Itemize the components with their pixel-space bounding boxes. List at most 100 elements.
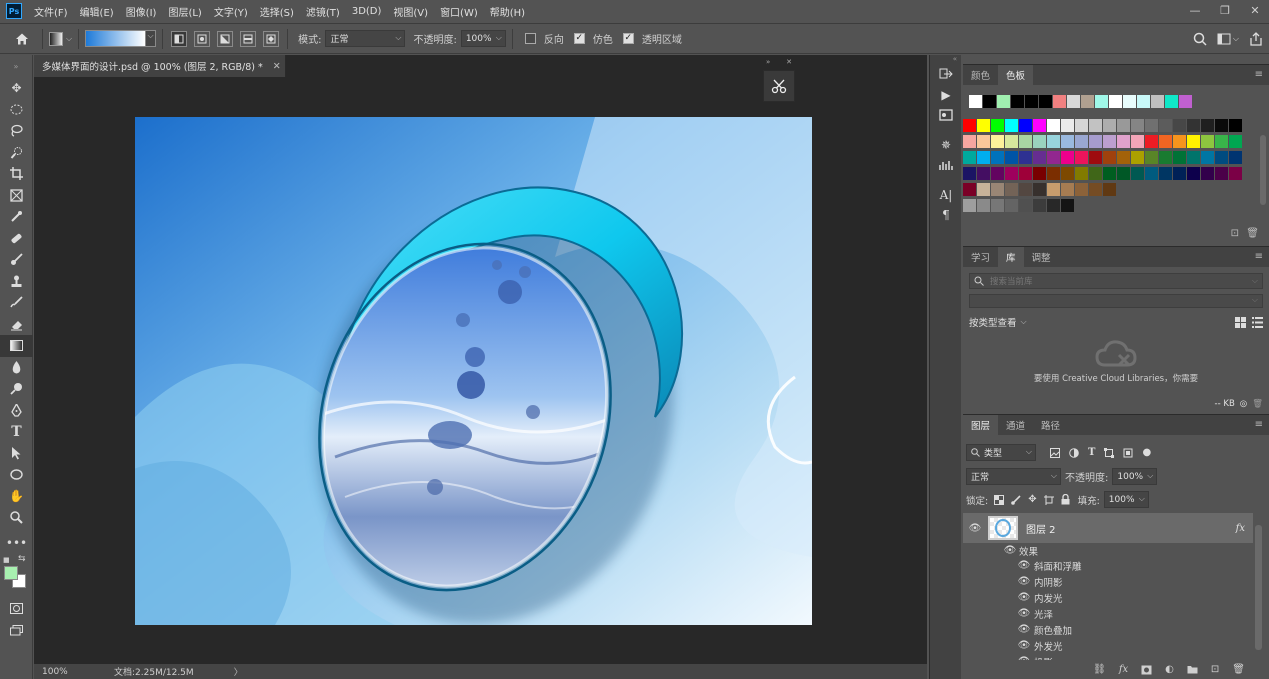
grey-swatch[interactable]: [1005, 199, 1018, 212]
color-swatch[interactable]: [1145, 151, 1158, 164]
effect-row[interactable]: 👁 外发光: [963, 638, 1253, 653]
close-icon[interactable]: ✕: [273, 61, 281, 72]
color-swatch[interactable]: [1187, 151, 1200, 164]
healing-brush-tool-icon[interactable]: [0, 228, 33, 250]
list-view-icon[interactable]: [1252, 316, 1263, 328]
recent-swatch[interactable]: [997, 95, 1010, 108]
color-swatch[interactable]: [963, 135, 976, 148]
color-swatch[interactable]: [1229, 167, 1242, 180]
visibility-eye-icon[interactable]: 👁: [1017, 624, 1031, 635]
visibility-eye-icon[interactable]: 👁: [1003, 545, 1017, 556]
layers-scrollbar[interactable]: [1255, 525, 1262, 650]
recent-swatch[interactable]: [983, 95, 996, 108]
color-swatch[interactable]: [1201, 119, 1214, 132]
library-select[interactable]: ⌵: [969, 294, 1263, 308]
document-canvas[interactable]: [135, 117, 812, 625]
layer-row-layer2[interactable]: 👁 图层 2 fx: [963, 513, 1253, 543]
restore-icon[interactable]: ❐: [1217, 2, 1233, 18]
panel-menu-icon[interactable]: ≡: [1255, 251, 1263, 262]
color-swatch[interactable]: [1131, 135, 1144, 148]
chevron-down-icon[interactable]: ⌵: [1021, 317, 1027, 327]
panel-menu-icon[interactable]: ≡: [1255, 69, 1263, 80]
color-swatch[interactable]: [1033, 167, 1046, 180]
trash-icon[interactable]: 🗑: [1246, 228, 1259, 239]
new-swatch-icon[interactable]: ⊡: [1231, 228, 1239, 239]
color-swatch[interactable]: [1005, 167, 1018, 180]
grey-swatch[interactable]: [991, 199, 1004, 212]
quick-mask-icon[interactable]: [0, 598, 33, 620]
color-swatch[interactable]: [1103, 151, 1116, 164]
layer-filter-select[interactable]: 类型 ⌵: [966, 444, 1036, 461]
layer-name[interactable]: 图层 2: [1026, 521, 1056, 536]
minimize-icon[interactable]: —: [1187, 2, 1203, 18]
color-swatch[interactable]: [1201, 167, 1214, 180]
collapse-icon[interactable]: «: [930, 55, 961, 65]
menu-window[interactable]: 窗口(W): [440, 4, 478, 19]
swatches-scrollbar[interactable]: [1260, 135, 1266, 205]
color-swatch[interactable]: [977, 119, 990, 132]
reverse-checkbox[interactable]: [524, 33, 536, 44]
color-swatch[interactable]: [991, 183, 1004, 196]
menu-image[interactable]: 图像(I): [126, 4, 157, 19]
color-swatch[interactable]: [1215, 119, 1228, 132]
move-tool-icon[interactable]: ✥: [0, 77, 33, 99]
link-layers-icon[interactable]: ⛓: [1093, 664, 1106, 675]
pen-tool-icon[interactable]: [0, 400, 33, 422]
recent-swatch[interactable]: [1025, 95, 1038, 108]
color-swatch[interactable]: [991, 151, 1004, 164]
lock-artboard-icon[interactable]: [1043, 494, 1054, 505]
menu-edit[interactable]: 编辑(E): [80, 4, 114, 19]
color-swatch[interactable]: [1033, 135, 1046, 148]
history-brush-tool-icon[interactable]: [0, 292, 33, 314]
layer-fx-badge[interactable]: fx: [1236, 523, 1245, 534]
tab-swatches[interactable]: 色板: [998, 65, 1034, 85]
color-swatch[interactable]: [1145, 167, 1158, 180]
color-swatch[interactable]: [1173, 119, 1186, 132]
search-icon[interactable]: [1193, 32, 1207, 46]
hand-tool-icon[interactable]: ✋: [0, 486, 33, 508]
color-swatch[interactable]: [1061, 119, 1074, 132]
close-icon[interactable]: ✕: [1247, 2, 1263, 18]
filter-toggle-icon[interactable]: ●: [1142, 447, 1151, 458]
share-icon[interactable]: [1249, 31, 1263, 46]
dodge-tool-icon[interactable]: [0, 378, 33, 400]
home-icon[interactable]: [8, 32, 36, 46]
color-swatch[interactable]: [1131, 167, 1144, 180]
status-menu-icon[interactable]: 〉: [234, 665, 243, 678]
lock-all-icon[interactable]: [1061, 494, 1070, 505]
color-swatch[interactable]: [1019, 135, 1032, 148]
properties-icon[interactable]: [930, 105, 962, 125]
collapse-icon[interactable]: »: [766, 58, 770, 68]
crop-tool-icon[interactable]: [0, 163, 33, 185]
more-tools-icon[interactable]: •••: [0, 533, 33, 555]
pixel-filter-icon[interactable]: [1050, 447, 1060, 458]
new-group-icon[interactable]: [1187, 665, 1198, 674]
effects-group-row[interactable]: 👁 效果: [963, 543, 1253, 558]
library-search-input[interactable]: 搜索当前库 ⌵: [969, 273, 1263, 289]
frame-tool-icon[interactable]: [0, 185, 33, 207]
gradient-picker[interactable]: ⌵: [85, 30, 157, 47]
color-swatch[interactable]: [991, 135, 1004, 148]
color-swatch[interactable]: [1145, 135, 1158, 148]
clone-stamp-tool-icon[interactable]: [0, 271, 33, 293]
brushes-icon[interactable]: [930, 155, 962, 175]
type-tool-icon[interactable]: T: [0, 421, 33, 443]
blend-mode-select[interactable]: 正常 ⌵: [966, 468, 1061, 485]
color-swatch[interactable]: [1061, 183, 1074, 196]
reflected-gradient-icon[interactable]: [240, 30, 257, 47]
opacity-input[interactable]: 100% ⌵: [460, 30, 506, 47]
visibility-eye-icon[interactable]: 👁: [1017, 560, 1031, 571]
color-swatch[interactable]: [1047, 135, 1060, 148]
gradient-preview[interactable]: [85, 30, 147, 47]
grey-swatch[interactable]: [963, 199, 976, 212]
grid-view-icon[interactable]: [1235, 316, 1246, 328]
color-swatch[interactable]: [1005, 135, 1018, 148]
fill-input[interactable]: 100% ⌵: [1103, 491, 1149, 508]
color-swatch[interactable]: [1103, 183, 1116, 196]
color-swatch[interactable]: [1019, 167, 1032, 180]
color-swatch[interactable]: [1089, 151, 1102, 164]
recent-swatch[interactable]: [1053, 95, 1066, 108]
tab-libraries[interactable]: 库: [998, 247, 1024, 267]
workspace-switcher[interactable]: ⌵: [1217, 33, 1239, 45]
recent-swatch[interactable]: [1151, 95, 1164, 108]
